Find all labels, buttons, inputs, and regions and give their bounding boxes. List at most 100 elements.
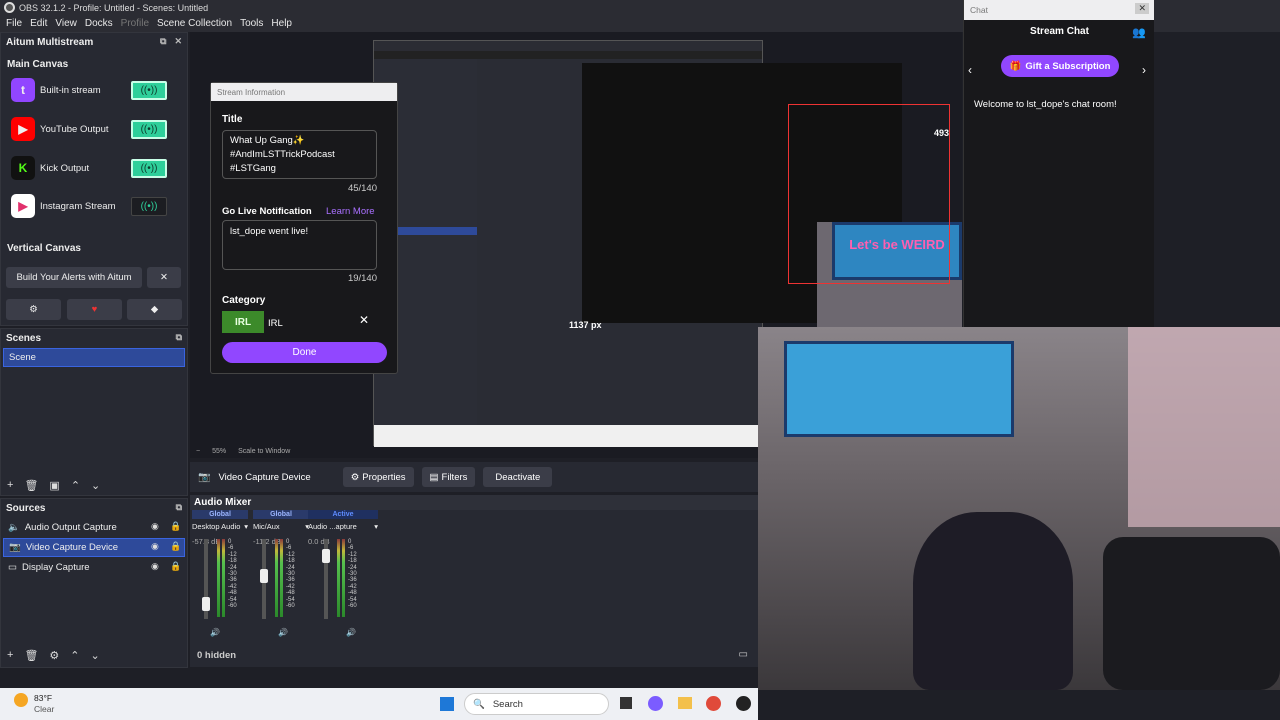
db-scale: 0 -6 -12 -18 -24 -30 -36 -42 -48 -54 -60 xyxy=(348,539,357,610)
up-icon[interactable]: ⌃ xyxy=(70,649,79,662)
channel-name: Audio ...apture xyxy=(308,522,357,531)
chevron-down-icon[interactable]: ▾ xyxy=(244,522,248,531)
obs-taskbar-icon[interactable] xyxy=(736,696,751,711)
speaker-icon[interactable]: 🔊 xyxy=(278,628,288,637)
stream-info-dialog: Stream Information Title What Up Gang✨ #… xyxy=(210,82,398,374)
volume-fader[interactable] xyxy=(260,539,268,619)
float-icon[interactable]: ⧉ xyxy=(176,332,182,343)
down-icon[interactable]: ⌄ xyxy=(91,649,100,662)
deactivate-button[interactable]: Deactivate xyxy=(483,467,553,487)
copilot-icon[interactable] xyxy=(648,696,663,711)
down-icon[interactable]: ⌄ xyxy=(91,479,100,492)
scenes-dock: Scenes ⧉ Scene + 🗑 ▣ ⌃ ⌄ xyxy=(0,328,188,496)
webcam-overlay xyxy=(758,327,1280,690)
fader-knob[interactable] xyxy=(260,569,268,583)
menu-profile[interactable]: Profile xyxy=(121,18,149,29)
chat-title: Chat xyxy=(970,5,988,15)
chevron-left-icon[interactable]: ‹ xyxy=(968,63,972,77)
category-name: IRL xyxy=(268,318,283,329)
chat-header: Stream Chat xyxy=(1030,26,1089,37)
menu-help[interactable]: Help xyxy=(271,18,292,29)
menu-view[interactable]: View xyxy=(55,18,77,29)
add-icon[interactable]: + xyxy=(7,649,13,662)
inner-number: 493 xyxy=(934,128,950,138)
volume-fader[interactable] xyxy=(202,539,210,619)
scenes-toolbar: + 🗑 ▣ ⌃ ⌄ xyxy=(7,479,100,492)
output-toggle-youtube[interactable]: ((•)) xyxy=(131,120,167,139)
title-input[interactable]: What Up Gang✨ #AndImLSTTrickPodcast #LST… xyxy=(222,130,377,179)
weather-text: Clear xyxy=(34,704,55,714)
output-toggle-instagram[interactable]: ((•)) xyxy=(131,197,167,216)
float-icon[interactable]: ⧉ xyxy=(176,502,182,513)
gear-icon: ⚙ xyxy=(350,471,360,483)
multistream-dock-header: Aitum Multistream ⧉ ✕ xyxy=(1,33,187,51)
filter-icon[interactable]: ▣ xyxy=(49,479,59,492)
gift-icon: 🎁 xyxy=(1009,60,1022,72)
chair xyxy=(1103,537,1280,690)
start-icon[interactable] xyxy=(440,697,454,711)
obs-window: OBS 32.1.2 - Profile: Untitled - Scenes:… xyxy=(0,0,1280,720)
scene-item[interactable]: Scene xyxy=(3,348,185,367)
speaker-icon[interactable]: 🔊 xyxy=(210,628,220,637)
fader-knob[interactable] xyxy=(322,549,330,563)
eye-icon[interactable]: ◉ xyxy=(151,521,159,532)
discord-icon[interactable]: ◆ xyxy=(127,299,182,320)
gift-sub-button[interactable]: 🎁 Gift a Subscription xyxy=(1001,55,1119,77)
menu-edit[interactable]: Edit xyxy=(30,18,47,29)
gear-icon[interactable]: ⚙ xyxy=(49,649,59,662)
monitor-icon: ▭ xyxy=(8,562,17,573)
properties-button[interactable]: ⚙ Properties xyxy=(342,467,414,487)
float-icon[interactable]: ⧉ xyxy=(160,36,166,47)
lock-icon[interactable]: 🔒 xyxy=(170,561,181,572)
source-label: Display Capture xyxy=(21,562,90,573)
lock-icon[interactable]: 🔒 xyxy=(170,521,181,532)
taskbar-search[interactable]: 🔍 Search xyxy=(464,693,609,715)
gear-icon[interactable]: ⚙ xyxy=(6,299,61,320)
menu-scene-collection[interactable]: Scene Collection xyxy=(157,18,232,29)
volume-fader[interactable] xyxy=(322,539,330,619)
zoom-out-icon[interactable]: − xyxy=(196,448,200,455)
chevron-right-icon[interactable]: › xyxy=(1142,63,1146,77)
selection-box xyxy=(788,104,950,284)
scale-dropdown[interactable]: Scale to Window xyxy=(238,448,290,455)
menu-docks[interactable]: Docks xyxy=(85,18,113,29)
close-icon[interactable]: ✕ xyxy=(1135,3,1149,14)
sources-dock: Sources ⧉ 🔈 Audio Output Capture 📷 Video… xyxy=(0,498,188,668)
filters-button[interactable]: ▤ Filters xyxy=(421,467,476,487)
output-row-instagram: ▶ Instagram Stream xyxy=(11,194,116,218)
dialog-header: Stream Information xyxy=(211,83,397,101)
taskview-icon[interactable] xyxy=(620,697,632,709)
learn-more-link[interactable]: Learn More xyxy=(326,206,375,217)
heart-icon[interactable]: ♥ xyxy=(67,299,122,320)
up-icon[interactable]: ⌃ xyxy=(71,479,80,492)
output-toggle-kick[interactable]: ((•)) xyxy=(131,159,167,178)
users-icon[interactable]: 👥 xyxy=(1132,26,1146,39)
folder-icon[interactable] xyxy=(678,697,692,709)
build-alerts-button[interactable]: Build Your Alerts with Aitum xyxy=(6,267,142,288)
output-row-youtube: ▶ YouTube Output xyxy=(11,117,109,141)
window-title: OBS 32.1.2 - Profile: Untitled - Scenes:… xyxy=(19,2,209,13)
lock-icon[interactable]: 🔒 xyxy=(170,541,181,552)
notif-input[interactable]: lst_dope went live! xyxy=(222,220,377,270)
trash-icon[interactable]: 🗑 xyxy=(24,479,38,492)
dismiss-alerts-button[interactable]: ✕ xyxy=(147,267,181,288)
eye-icon[interactable]: ◉ xyxy=(151,541,159,552)
speaker-icon[interactable]: 🔊 xyxy=(346,628,356,637)
mixer-menu-icon[interactable]: ▭ xyxy=(739,649,748,660)
output-toggle-builtin[interactable]: ((•)) xyxy=(131,81,167,100)
chevron-down-icon[interactable]: ▾ xyxy=(374,522,378,531)
done-button[interactable]: Done xyxy=(222,342,387,363)
add-icon[interactable]: + xyxy=(7,479,13,492)
search-label: Search xyxy=(492,698,523,710)
category-label: Category xyxy=(222,295,266,306)
menu-file[interactable]: File xyxy=(6,18,22,29)
multistream-dock: Aitum Multistream ⧉ ✕ Main Canvas t Built… xyxy=(0,32,188,326)
fader-knob[interactable] xyxy=(202,597,210,611)
menu-tools[interactable]: Tools xyxy=(240,18,263,29)
eye-icon[interactable]: ◉ xyxy=(151,561,159,572)
trash-icon[interactable]: 🗑 xyxy=(24,649,38,662)
close-icon[interactable]: ✕ xyxy=(174,36,182,47)
youtube-icon: ▶ xyxy=(11,117,35,141)
chrome-icon[interactable] xyxy=(706,696,721,711)
remove-category-icon[interactable]: ✕ xyxy=(359,313,369,327)
